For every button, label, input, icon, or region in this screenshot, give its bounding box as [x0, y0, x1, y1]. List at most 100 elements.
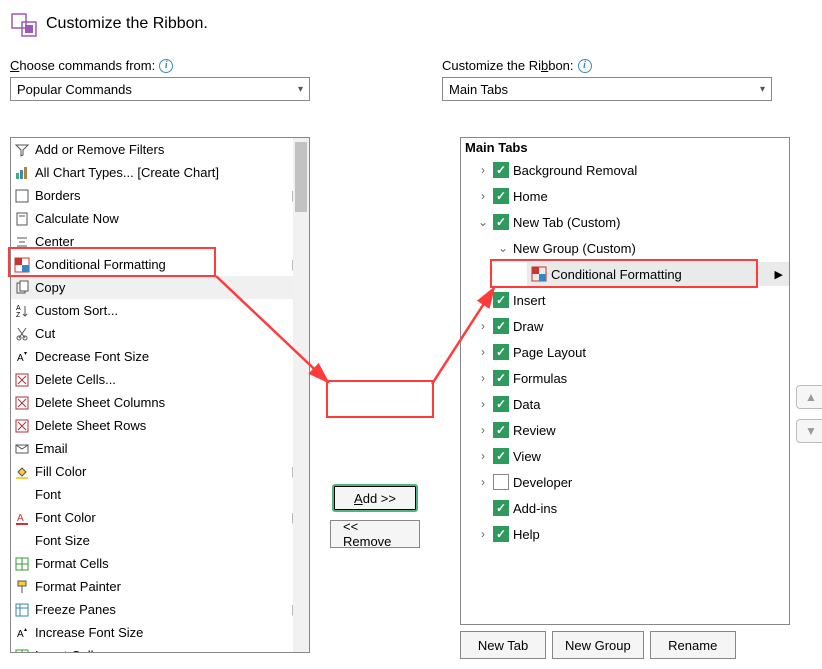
command-label: Font Color	[35, 510, 288, 525]
scrollbar[interactable]	[293, 138, 309, 652]
command-label: Insert Cells	[35, 648, 309, 653]
choose-commands-dropdown[interactable]: Popular Commands▾	[10, 77, 310, 101]
list-item[interactable]: AZCustom Sort...	[11, 299, 309, 322]
list-item[interactable]: All Chart Types... [Create Chart]	[11, 161, 309, 184]
command-label: Fill Color	[35, 464, 288, 479]
list-item[interactable]: A▴Increase Font Size	[11, 621, 309, 644]
checkbox-icon[interactable]	[493, 474, 509, 490]
list-item[interactable]: Freeze Panes|▶	[11, 598, 309, 621]
tree-row[interactable]: ⌄New Group (Custom)	[461, 235, 789, 261]
list-item[interactable]: Cut	[11, 322, 309, 345]
expand-arrow-icon[interactable]: ⌄	[497, 241, 509, 255]
remove-button[interactable]: << Remove	[330, 520, 420, 548]
expand-arrow-icon[interactable]: ›	[477, 475, 489, 489]
tree-row[interactable]: ›✓Review	[461, 417, 789, 443]
list-item[interactable]: Font▾	[11, 483, 309, 506]
tree-row[interactable]: ›✓Home	[461, 183, 789, 209]
tree-row[interactable]: › ✓ Insert	[461, 287, 789, 313]
svg-text:Z: Z	[16, 312, 21, 319]
command-label: Cut	[35, 326, 309, 341]
checkbox-icon[interactable]: ✓	[493, 318, 509, 334]
command-icon: A▴	[13, 624, 31, 642]
checkbox-icon[interactable]: ✓	[493, 344, 509, 360]
expand-arrow-icon[interactable]: ›	[477, 423, 489, 437]
tree-header: Main Tabs	[461, 138, 789, 157]
command-label: Format Painter	[35, 579, 309, 594]
list-item[interactable]: Add or Remove Filters	[11, 138, 309, 161]
tree-row[interactable]: ›✓Page Layout	[461, 339, 789, 365]
expand-arrow-icon[interactable]: ⌄	[477, 215, 489, 229]
list-item[interactable]: Delete Sheet Rows	[11, 414, 309, 437]
customize-ribbon-dropdown[interactable]: Main Tabs▾	[442, 77, 772, 101]
list-item[interactable]: Insert Cells	[11, 644, 309, 653]
move-up-button[interactable]: ▲	[796, 385, 822, 409]
list-item[interactable]: Borders|▶	[11, 184, 309, 207]
list-item[interactable]: Format Painter	[11, 575, 309, 598]
new-tab-button[interactable]: New Tab	[460, 631, 546, 659]
tree-row[interactable]: ›✓Data	[461, 391, 789, 417]
ribbon-tree[interactable]: Main Tabs ›✓Background Removal›✓Home⌄✓Ne…	[460, 137, 790, 625]
checkbox-icon[interactable]: ✓	[493, 448, 509, 464]
list-item[interactable]: Center	[11, 230, 309, 253]
expand-arrow-icon[interactable]: ›	[477, 319, 489, 333]
checkbox-icon[interactable]: ✓	[493, 214, 509, 230]
commands-listbox[interactable]: Add or Remove Filters All Chart Types... …	[10, 137, 310, 653]
new-group-button[interactable]: New Group	[552, 631, 644, 659]
tree-row[interactable]: ⌄✓New Tab (Custom)	[461, 209, 789, 235]
command-label: Freeze Panes	[35, 602, 288, 617]
command-label: Add or Remove Filters	[35, 142, 309, 157]
add-button[interactable]: Add >>	[332, 484, 418, 512]
checkbox-icon[interactable]: ✓	[493, 500, 509, 516]
expand-arrow-icon[interactable]: ›	[477, 293, 489, 307]
expand-arrow-icon[interactable]: ›	[477, 527, 489, 541]
tree-row[interactable]: ›✓Background Removal	[461, 157, 789, 183]
list-item[interactable]: Delete Cells...	[11, 368, 309, 391]
command-label: Delete Sheet Rows	[35, 418, 309, 433]
list-item[interactable]: AFont Color|▶	[11, 506, 309, 529]
list-item[interactable]: Copy	[11, 276, 309, 299]
expand-arrow-icon[interactable]: ›	[477, 449, 489, 463]
list-item[interactable]: Font Size▾	[11, 529, 309, 552]
checkbox-icon[interactable]: ✓	[493, 422, 509, 438]
expand-arrow-icon[interactable]: ›	[477, 345, 489, 359]
checkbox-icon[interactable]: ✓	[493, 396, 509, 412]
checkbox-icon[interactable]: ✓	[493, 370, 509, 386]
list-item[interactable]: Delete Sheet Columns	[11, 391, 309, 414]
svg-text:A: A	[17, 353, 24, 364]
list-item[interactable]: Email	[11, 437, 309, 460]
info-icon[interactable]: i	[159, 59, 173, 73]
command-label: Format Cells	[35, 556, 309, 571]
checkbox-icon[interactable]: ✓	[493, 292, 509, 308]
conditional-formatting-item[interactable]: Conditional Formatting▶	[527, 262, 789, 286]
checkbox-icon[interactable]: ✓	[493, 188, 509, 204]
checkbox-icon[interactable]: ✓	[493, 526, 509, 542]
tree-row[interactable]: Conditional Formatting▶	[461, 261, 789, 287]
tree-row[interactable]: ›✓Draw	[461, 313, 789, 339]
checkbox-icon[interactable]: ✓	[493, 162, 509, 178]
tree-item-label: View	[513, 449, 541, 464]
command-label: Conditional Formatting	[35, 257, 288, 272]
move-down-button[interactable]: ▼	[796, 419, 822, 443]
tree-row[interactable]: › Developer	[461, 469, 789, 495]
tree-row[interactable]: ›✓Formulas	[461, 365, 789, 391]
tree-item-label: Developer	[513, 475, 572, 490]
expand-arrow-icon[interactable]: ›	[477, 397, 489, 411]
expand-arrow-icon[interactable]: ›	[477, 189, 489, 203]
command-label: Font Size	[35, 533, 293, 548]
info-icon[interactable]: i	[578, 59, 592, 73]
expand-arrow-icon[interactable]: ›	[477, 371, 489, 385]
list-item[interactable]: Conditional Formatting|▶	[11, 253, 309, 276]
expand-arrow-icon[interactable]: ›	[477, 163, 489, 177]
tree-row[interactable]: ✓Add-ins	[461, 495, 789, 521]
command-icon	[13, 210, 31, 228]
tree-row[interactable]: › ✓ View	[461, 443, 789, 469]
list-item[interactable]: Calculate Now	[11, 207, 309, 230]
ribbon-customize-icon	[10, 10, 38, 38]
tree-row[interactable]: ›✓Help	[461, 521, 789, 547]
list-item[interactable]: Fill Color|▶	[11, 460, 309, 483]
list-item[interactable]: Format Cells	[11, 552, 309, 575]
scrollbar-thumb[interactable]	[295, 142, 307, 212]
rename-button[interactable]: Rename	[650, 631, 736, 659]
list-item[interactable]: A▾Decrease Font Size	[11, 345, 309, 368]
tree-item-label: Insert	[513, 293, 546, 308]
